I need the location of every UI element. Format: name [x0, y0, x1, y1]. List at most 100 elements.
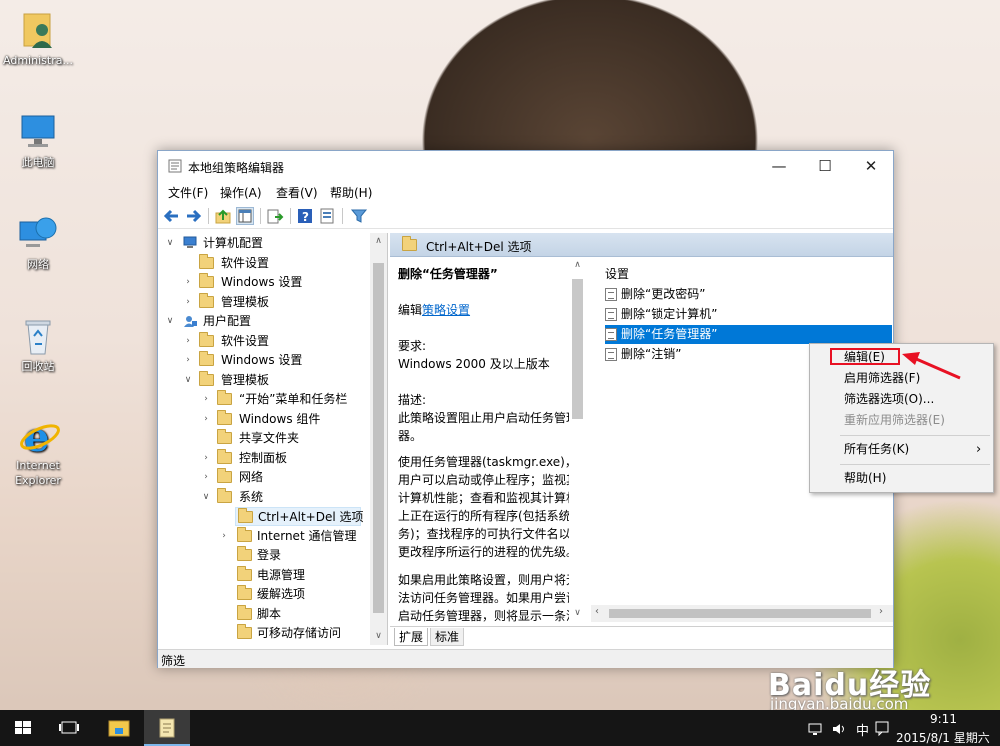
- tree-item[interactable]: › 管理模板: [183, 293, 373, 312]
- minimize-button[interactable]: —: [756, 151, 802, 181]
- ime-indicator[interactable]: 中: [856, 720, 869, 739]
- tree-item-label: Internet 通信管理: [257, 529, 357, 543]
- tree-scrollbar[interactable]: ∧ ∨: [370, 233, 387, 645]
- tree-item-label: 管理模板: [221, 295, 270, 309]
- content-header: Ctrl+Alt+Del 选项: [390, 233, 893, 257]
- scroll-right-icon[interactable]: ›: [879, 606, 883, 617]
- tree-item[interactable]: ∨ 管理模板: [183, 371, 373, 390]
- up-folder-icon[interactable]: [214, 207, 232, 225]
- tree-item-label: 缓解选项: [257, 587, 306, 601]
- setting-row-selected[interactable]: 删除“任务管理器”: [605, 325, 892, 344]
- close-button[interactable]: ✕: [848, 151, 894, 181]
- tree-item[interactable]: 可移动存储访问: [219, 624, 379, 643]
- volume-tray-icon[interactable]: [832, 722, 846, 736]
- tree-item-label: 用户配置: [203, 314, 252, 328]
- network-tray-icon[interactable]: [808, 722, 822, 736]
- policy-setting-icon: [605, 308, 617, 321]
- submenu-arrow-icon: ›: [976, 442, 982, 457]
- tree-item[interactable]: 共享文件夹: [201, 429, 381, 448]
- menu-item-all-tasks[interactable]: 所有任务(K): [844, 440, 909, 459]
- desktop-icon-label: 此电脑: [21, 156, 55, 169]
- tree-item[interactable]: › Windows 组件: [201, 410, 381, 429]
- scroll-down-icon[interactable]: ∨: [569, 605, 586, 622]
- scroll-left-icon[interactable]: ‹: [595, 606, 599, 617]
- setting-row[interactable]: 删除“更改密码”: [605, 285, 892, 304]
- policy-settings-link[interactable]: 策略设置: [422, 303, 470, 317]
- show-tree-icon[interactable]: [236, 207, 254, 225]
- menu-help[interactable]: 帮助(H): [330, 184, 372, 201]
- help-icon[interactable]: ?: [296, 207, 314, 225]
- filter-icon[interactable]: [350, 207, 368, 225]
- folder-icon: [237, 605, 252, 620]
- setting-label: 删除“锁定计算机”: [621, 307, 718, 321]
- tree-item-ctrl-alt-del[interactable]: Ctrl+Alt+Del 选项: [235, 507, 364, 526]
- setting-row[interactable]: 删除“锁定计算机”: [605, 305, 892, 324]
- folder-icon: [237, 546, 252, 561]
- settings-column-header[interactable]: 设置: [605, 265, 629, 282]
- desktop-icon-network[interactable]: 网络: [0, 214, 76, 272]
- clock-time[interactable]: 9:11: [930, 712, 957, 726]
- scroll-up-icon[interactable]: ∧: [370, 233, 387, 250]
- title-bar[interactable]: 本地组策略编辑器 — ☐ ✕: [158, 151, 893, 181]
- tree-item[interactable]: › Windows 设置: [183, 351, 373, 370]
- scroll-up-icon[interactable]: ∧: [569, 257, 586, 274]
- menu-bar: 文件(F) 操作(A) 查看(V) 帮助(H): [158, 181, 893, 203]
- tab-standard[interactable]: 标准: [430, 628, 465, 646]
- export-list-icon[interactable]: [266, 207, 284, 225]
- tree-item[interactable]: › 网络: [201, 468, 381, 487]
- folder-icon: [402, 236, 417, 251]
- tree-item[interactable]: 缓解选项: [219, 585, 379, 604]
- tree-item-label: 电源管理: [257, 568, 306, 582]
- forward-icon[interactable]: [184, 207, 202, 225]
- start-button[interactable]: [0, 710, 46, 746]
- task-view-button[interactable]: [46, 710, 92, 746]
- menu-file[interactable]: 文件(F): [168, 184, 208, 201]
- tree-item-label: Ctrl+Alt+Del 选项: [258, 510, 364, 524]
- tree-item[interactable]: › Internet 通信管理: [219, 527, 379, 546]
- tree-item-user-config[interactable]: ∨ 用户配置: [165, 312, 365, 331]
- notification-icon[interactable]: [874, 720, 890, 737]
- gpedit-taskbar-icon[interactable]: [144, 710, 190, 746]
- tree-item[interactable]: 脚本: [219, 605, 379, 624]
- clock-date[interactable]: 2015/8/1 星期六: [896, 729, 990, 746]
- menu-view[interactable]: 查看(V): [276, 184, 318, 201]
- desktop-icon-recycle-bin[interactable]: 回收站: [0, 316, 76, 374]
- folder-icon: [199, 254, 214, 269]
- tree-item[interactable]: 软件设置: [183, 254, 373, 273]
- scroll-thumb[interactable]: [609, 609, 871, 618]
- maximize-button[interactable]: ☐: [802, 151, 848, 181]
- tab-extended[interactable]: 扩展: [394, 628, 429, 646]
- status-text: 筛选: [161, 654, 186, 668]
- tree-item[interactable]: ∨ 系统: [201, 488, 381, 507]
- folder-icon: [217, 468, 232, 483]
- policy-setting-icon: [605, 288, 617, 301]
- tree-item[interactable]: › 控制面板: [201, 449, 381, 468]
- scroll-thumb[interactable]: [373, 263, 384, 613]
- file-explorer-taskbar-icon[interactable]: [96, 710, 142, 746]
- requirements-value: Windows 2000 及以上版本: [398, 357, 550, 371]
- desktop-icon-ie[interactable]: e Internet Explorer: [0, 414, 76, 488]
- tree-item[interactable]: 登录: [219, 546, 379, 565]
- tree-item[interactable]: › 软件设置: [183, 332, 373, 351]
- tree-item[interactable]: › Windows 设置: [183, 273, 373, 292]
- scroll-down-icon[interactable]: ∨: [370, 628, 387, 645]
- desktop-icon-this-pc[interactable]: 此电脑: [0, 112, 76, 170]
- menu-item-help[interactable]: 帮助(H): [844, 469, 886, 488]
- back-icon[interactable]: [163, 207, 181, 225]
- tree-item[interactable]: › “开始”菜单和任务栏: [201, 390, 381, 409]
- tree-item-label: Windows 设置: [221, 353, 303, 367]
- properties-icon[interactable]: [318, 207, 336, 225]
- settings-hscrollbar[interactable]: ‹ ›: [591, 605, 893, 622]
- policy-title: 删除“任务管理器”: [398, 267, 498, 281]
- edit-policy-line: 编辑策略设置: [398, 301, 584, 319]
- menu-action[interactable]: 操作(A): [220, 184, 262, 201]
- tree-item-label: 控制面板: [239, 451, 288, 465]
- desktop-icon-user[interactable]: Administra...: [0, 10, 76, 68]
- tree-item-computer-config[interactable]: ∨ 计算机配置: [165, 234, 365, 253]
- description-scrollbar[interactable]: ∧ ∨: [569, 257, 586, 623]
- tree-item[interactable]: 电源管理: [219, 566, 379, 585]
- scroll-thumb[interactable]: [572, 279, 583, 419]
- folder-icon: [199, 351, 214, 366]
- menu-item-filter-options[interactable]: 筛选器选项(O)...: [844, 390, 934, 409]
- requirements-label: 要求:: [398, 339, 427, 353]
